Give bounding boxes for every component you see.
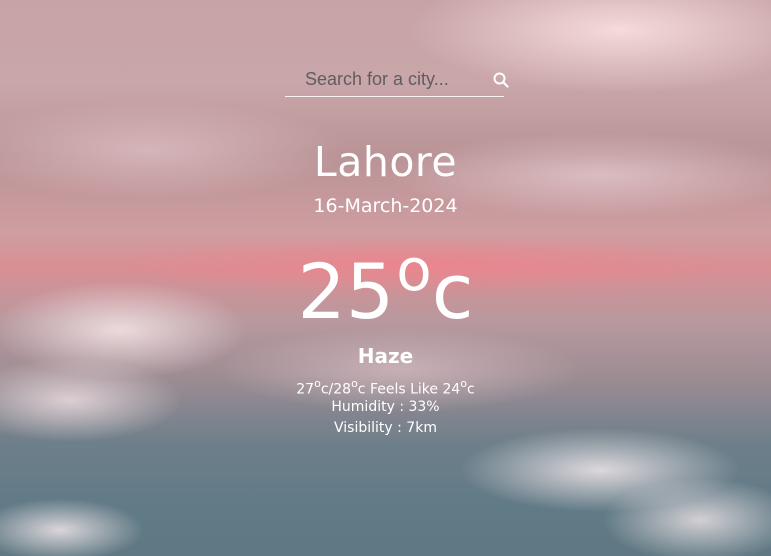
feels-like-label: Feels Like [369,381,439,398]
current-temperature: 25oc [0,236,771,340]
search-icon[interactable] [492,71,510,89]
weather-app: Lahore 16-March-2024 25oc Haze 27oc/28oc… [0,0,771,556]
city-name: Lahore [313,138,458,186]
temperature-unit: c [431,247,474,336]
current-date: 16-March-2024 [313,195,458,217]
feels-like-degree: o [460,377,468,390]
temperature-degree: o [396,236,432,304]
feels-like-unit: c [467,381,475,398]
search-bar [285,63,509,97]
search-input[interactable] [285,69,500,90]
min-temp-degree: o [314,377,321,390]
humidity: Humidity : 33% [331,399,440,415]
weather-condition: Haze [357,344,414,368]
visibility: Visibility : 7km [334,420,437,436]
temperature-value: 25 [297,247,395,336]
feels-like-temp: 24 [442,381,461,398]
min-temp-unit: c [320,381,329,398]
max-temp-degree: o [351,377,358,390]
min-max-feels-like: 27oc/28oc Feels Like 24oc [0,375,771,400]
min-temp: 27 [296,381,315,398]
max-temp: 28 [333,381,352,398]
max-temp-unit: c [357,381,366,398]
